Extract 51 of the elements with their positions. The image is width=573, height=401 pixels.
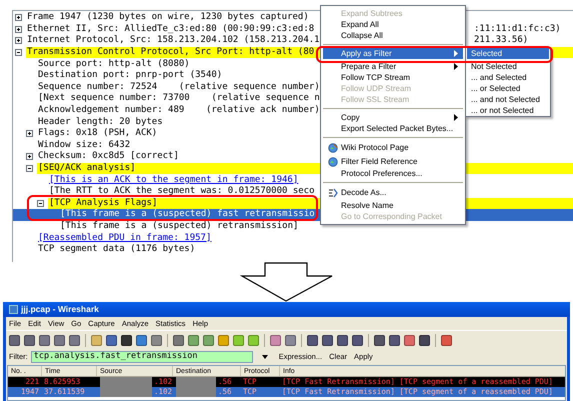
- tree-row-text: Frame 1947 (1230 bytes on wire, 1230 bytes captured): [26, 12, 310, 24]
- expander-plus-icon[interactable]: [26, 153, 33, 160]
- tree-row-text: TCP segment data (1176 bytes): [37, 244, 196, 256]
- selected-tree-row-text[interactable]: [This frame is a (suspected) fast retransmissio: [59, 209, 316, 220]
- tree-row-text: Header length: 20 bytes: [37, 116, 164, 128]
- tree-row-text: 211.33.56): [474, 35, 528, 46]
- menu-item[interactable]: Resolve Name: [323, 200, 463, 210]
- frame-link[interactable]: [This is an ACK to the segment in frame: 1946]: [48, 174, 300, 186]
- expander-minus-icon[interactable]: [37, 200, 44, 207]
- window-title: jjj.pcap - Wireshark: [21, 303, 99, 316]
- menu-item[interactable]: Selected: [467, 48, 549, 59]
- tree-row-text: Sequence number: 72524 (relative sequence number): [37, 82, 321, 93]
- menu-item[interactable]: Not Selected: [467, 61, 549, 72]
- menu-item[interactable]: ... or Selected: [467, 83, 549, 94]
- menu-item[interactable]: ... and Selected: [467, 72, 549, 83]
- tree-row-text: Destination port: pnrp-port (3540): [37, 70, 224, 82]
- menu-item[interactable]: Wiki Protocol Page: [323, 141, 463, 154]
- tree-row-text: Source port: http-alt (8080): [37, 58, 191, 70]
- filter-input-field[interactable]: tcp.analysis.fast_retransmission: [30, 350, 253, 362]
- app-logo-icon: [9, 305, 18, 314]
- dropdown-caret-icon[interactable]: [262, 354, 268, 358]
- expander-minus-icon[interactable]: [15, 49, 22, 56]
- tree-row-text: Window size: 6432: [37, 140, 132, 151]
- menu-item[interactable]: Apply as Filter: [323, 48, 463, 59]
- frame-link[interactable]: [Reassembled PDU in frame: 1957]: [37, 232, 212, 244]
- tree-row-text: [This frame is a (suspected) retransmission]: [59, 220, 300, 232]
- menu-item[interactable]: Decode As...: [323, 186, 463, 200]
- menu-item[interactable]: Expand All: [323, 19, 463, 30]
- menu-item[interactable]: ... or not Selected: [467, 105, 549, 116]
- tree-row-text: Internet Protocol, Src: 158.213.204.102 (158.213.204.1: [26, 35, 321, 46]
- tree-row-text: [The RTT to ACK the segment was: 0.012570000 seco: [48, 186, 316, 198]
- menu-item[interactable]: Copy: [323, 112, 463, 123]
- menu-item[interactable]: Prepare a Filter: [323, 61, 463, 72]
- tree-row-text: Flags: 0x18 (PSH, ACK): [37, 128, 158, 140]
- expander-plus-icon[interactable]: [26, 130, 33, 138]
- tree-row-text: Acknowledgement number: 489 (relative ack number): [37, 105, 321, 116]
- menu-item[interactable]: Collapse All: [323, 30, 463, 41]
- tree-row-text: Checksum: 0xc8d5 [correct]: [37, 151, 180, 162]
- globe-icon: [328, 156, 338, 166]
- decode-icon: [328, 188, 338, 198]
- expander-plus-icon[interactable]: [15, 26, 22, 33]
- expander-minus-icon[interactable]: [26, 165, 33, 172]
- tree-row-text: Ethernet II, Src: AlliedTe_c3:ed:80 (00:90:99:c3:ed:8: [26, 24, 316, 35]
- globe-pen-icon: [328, 143, 338, 153]
- menu-item[interactable]: ... and not Selected: [467, 94, 549, 105]
- expander-plus-icon[interactable]: [15, 37, 22, 44]
- tree-row-text: :11:11:d1:fc:c3): [474, 24, 561, 35]
- menu-item[interactable]: Follow TCP Stream: [323, 72, 463, 83]
- menu-item[interactable]: Export Selected Packet Bytes...: [323, 123, 463, 134]
- expander-plus-icon[interactable]: [15, 14, 22, 22]
- tree-row-text: [Next sequence number: 73700 (relative sequence n: [37, 93, 321, 104]
